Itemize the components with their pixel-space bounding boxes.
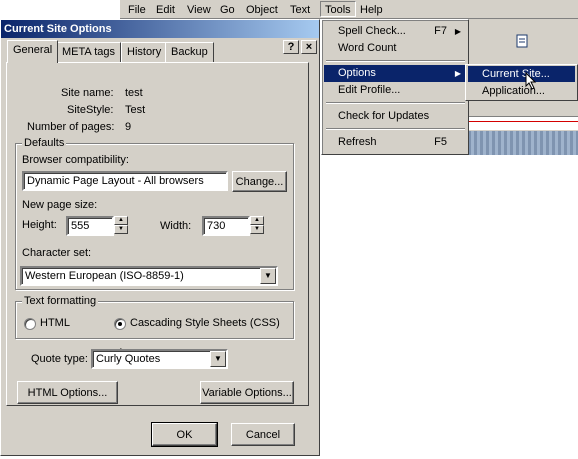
ruler xyxy=(468,116,578,130)
menu-file[interactable]: File xyxy=(124,2,150,18)
menu-item-refresh[interactable]: Refresh F5 xyxy=(324,134,467,151)
dialog-title: Current Site Options xyxy=(4,23,112,35)
browser-compat-label: Browser compatibility: xyxy=(22,154,129,166)
menu-item-label: Spell Check... xyxy=(338,25,406,37)
dialog-titlebar[interactable]: Current Site Options xyxy=(1,20,319,38)
new-page-icon xyxy=(516,34,528,48)
html-radio[interactable] xyxy=(24,318,36,330)
height-spin-up[interactable]: ▲ xyxy=(114,216,128,225)
menu-item-shortcut: F7 xyxy=(434,25,447,37)
menu-item-edit-profile[interactable]: Edit Profile... xyxy=(324,82,467,99)
chevron-down-icon[interactable]: ▼ xyxy=(210,351,226,367)
variable-options-button[interactable]: Variable Options... xyxy=(200,381,294,404)
menu-separator xyxy=(326,102,465,104)
tab-backup[interactable]: Backup xyxy=(165,42,214,62)
close-button[interactable]: × xyxy=(301,40,317,54)
browser-compat-field: Dynamic Page Layout - All browsers xyxy=(22,171,228,191)
height-label: Height: xyxy=(22,219,57,231)
tools-menu: Spell Check... F7 ▶ Word Count Options ▶… xyxy=(321,19,469,155)
menu-help[interactable]: Help xyxy=(356,2,387,18)
num-pages-value: 9 xyxy=(125,121,132,133)
menu-item-current-site[interactable]: Current Site... xyxy=(468,66,575,82)
menu-item-application[interactable]: Application... xyxy=(468,83,575,99)
tab-general[interactable]: General xyxy=(7,40,59,63)
charset-value: Western European (ISO-8859-1) xyxy=(25,270,184,282)
page-size-label: New page size: xyxy=(22,199,98,211)
height-spin-down[interactable]: ▼ xyxy=(114,225,128,234)
mouse-cursor-icon xyxy=(525,72,537,90)
quote-type-select[interactable]: Curly Quotes ▼ xyxy=(91,349,228,369)
css-radio-label[interactable]: Cascading Style Sheets (CSS) xyxy=(130,317,280,329)
text-formatting-group: Text formatting HTML Cascading Style She… xyxy=(15,295,294,339)
menu-item-label: Refresh xyxy=(338,136,377,148)
general-tab-panel: Site name: test SiteStyle: Test Number o… xyxy=(6,62,309,406)
change-button[interactable]: Change... xyxy=(232,171,287,192)
menu-tools[interactable]: Tools xyxy=(320,1,356,17)
menu-text[interactable]: Text xyxy=(286,2,314,18)
menu-item-label: Edit Profile... xyxy=(338,84,401,96)
menu-item-label: Options xyxy=(338,67,376,79)
height-input[interactable]: 555 xyxy=(66,216,114,236)
menu-item-check-updates[interactable]: Check for Updates xyxy=(324,108,467,125)
width-spin-up[interactable]: ▲ xyxy=(250,216,264,225)
tab-history[interactable]: History xyxy=(121,42,168,62)
help-button[interactable]: ? xyxy=(283,40,299,54)
page-canvas-strip xyxy=(468,131,578,155)
submenu-arrow-icon: ▶ xyxy=(454,27,461,36)
defaults-group: Defaults Browser compatibility: Dynamic … xyxy=(15,137,294,290)
css-radio[interactable] xyxy=(114,318,126,330)
site-style-value: Test xyxy=(125,104,146,116)
menu-separator xyxy=(326,128,465,130)
width-label: Width: xyxy=(160,220,192,232)
menu-separator xyxy=(326,60,465,62)
quote-type-value: Curly Quotes xyxy=(96,353,161,365)
site-name-label: Site name: xyxy=(61,87,114,99)
tab-meta-tags[interactable]: META tags xyxy=(56,42,121,62)
menu-item-word-count[interactable]: Word Count xyxy=(324,40,467,57)
menu-item-shortcut: F5 xyxy=(434,136,447,148)
text-formatting-legend: Text formatting xyxy=(22,295,99,307)
menu-go[interactable]: Go xyxy=(216,2,239,18)
site-style-label: SiteStyle: xyxy=(67,104,114,116)
menu-view[interactable]: View xyxy=(183,2,215,18)
menu-item-options[interactable]: Options ▶ xyxy=(324,65,467,82)
html-options-button[interactable]: HTML Options... xyxy=(17,381,118,404)
menu-item-label: Check for Updates xyxy=(338,110,430,122)
quote-type-label: Quote type: xyxy=(31,353,88,365)
menu-object[interactable]: Object xyxy=(242,2,282,18)
width-input[interactable]: 730 xyxy=(202,216,250,236)
cancel-button[interactable]: Cancel xyxy=(231,423,295,446)
ok-button[interactable]: OK xyxy=(151,422,218,447)
ruler-marker xyxy=(468,121,578,122)
menu-edit[interactable]: Edit xyxy=(152,2,179,18)
charset-select[interactable]: Western European (ISO-8859-1) ▼ xyxy=(20,266,278,286)
num-pages-label: Number of pages: xyxy=(27,121,115,133)
html-radio-label[interactable]: HTML xyxy=(40,317,70,329)
menu-item-label: Word Count xyxy=(338,42,397,54)
chevron-down-icon[interactable]: ▼ xyxy=(260,268,276,284)
defaults-legend: Defaults xyxy=(22,137,67,149)
submenu-arrow-icon: ▶ xyxy=(454,69,461,78)
charset-label: Character set: xyxy=(22,247,92,259)
options-submenu: Current Site... Application... xyxy=(465,64,578,101)
menubar: File Edit View Go Object Text Tools Help xyxy=(120,0,578,19)
current-site-options-dialog: Current Site Options ? × General META ta… xyxy=(0,19,320,456)
menu-item-spell-check[interactable]: Spell Check... F7 ▶ xyxy=(324,23,467,40)
site-name-value: test xyxy=(125,87,143,99)
width-spin-down[interactable]: ▼ xyxy=(250,225,264,234)
